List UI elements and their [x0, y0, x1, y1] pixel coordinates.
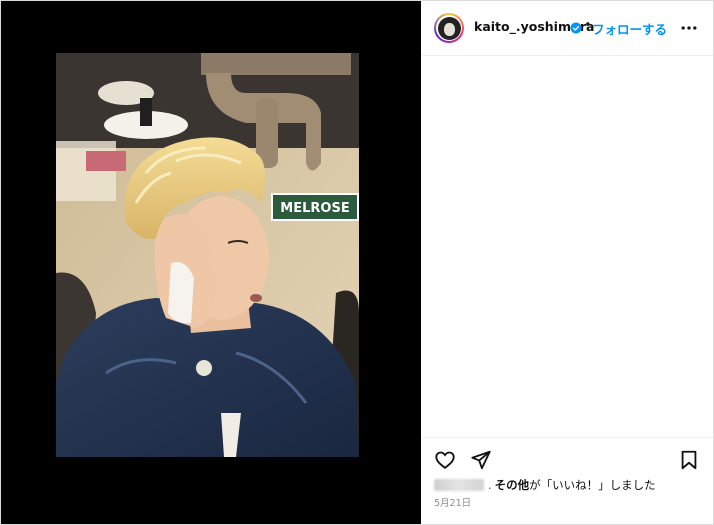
- header-separator: •: [584, 18, 592, 33]
- post-media[interactable]: MELROSE: [1, 1, 421, 524]
- liker-name-blurred[interactable]: [434, 479, 484, 491]
- more-options-icon[interactable]: [679, 18, 699, 38]
- follow-button[interactable]: フォローする: [592, 19, 667, 38]
- action-bar: [422, 437, 713, 478]
- post-photo: MELROSE: [56, 53, 359, 457]
- bookmark-icon[interactable]: [678, 449, 700, 471]
- avatar-ring: [436, 15, 462, 41]
- post-dialog: MELROSE kaito_.yoshimura • フォローする . その他 …: [0, 0, 714, 525]
- avatar[interactable]: [434, 13, 464, 43]
- verified-badge-icon: [570, 22, 582, 34]
- avatar-image: [437, 16, 461, 40]
- photo-sign-text: MELROSE: [280, 201, 349, 216]
- post-side-panel: kaito_.yoshimura • フォローする . その他 が「いいね！」し…: [422, 1, 713, 524]
- likes-separator: .: [488, 478, 492, 492]
- likes-summary: . その他 が「いいね！」しました: [434, 477, 656, 493]
- likes-suffix: が「いいね！」しました: [529, 478, 656, 492]
- heart-icon[interactable]: [434, 449, 456, 471]
- likes-others-link[interactable]: その他: [495, 477, 530, 493]
- post-header: kaito_.yoshimura • フォローする: [422, 1, 713, 56]
- send-icon[interactable]: [470, 449, 492, 471]
- post-date[interactable]: 5月21日: [434, 495, 471, 509]
